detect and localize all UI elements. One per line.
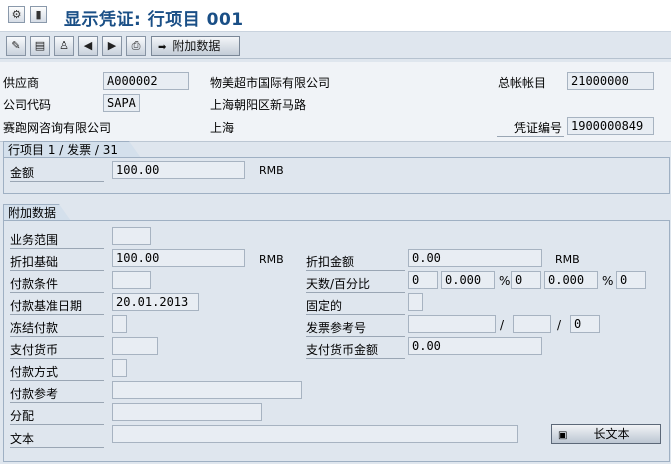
next-item-icon[interactable]: ▶ <box>102 36 122 56</box>
payment-currency-field[interactable] <box>112 337 158 355</box>
discount-amount-field[interactable]: 0.00 <box>408 249 542 267</box>
display-change-icon[interactable]: ✎ <box>6 36 26 56</box>
amount-label: 金额 <box>10 164 104 182</box>
payment-currency-amount-field[interactable]: 0.00 <box>408 337 542 355</box>
additional-data-tab: 附加数据 <box>3 204 71 221</box>
invoice-reference-field[interactable] <box>408 315 496 333</box>
assignment-label: 分配 <box>10 407 104 425</box>
vendor-label: 供应商 <box>3 76 40 90</box>
line-item-group: 金额 100.00 RMB <box>3 157 670 194</box>
company-code-label: 公司代码 <box>3 98 52 112</box>
document-header: 供应商 A000002 物美超市国际有限公司 总帐帐目 21000000 公司代… <box>0 62 671 142</box>
fixed-checkbox[interactable] <box>408 293 423 311</box>
system-menu-icon[interactable]: ⚙ <box>8 6 25 23</box>
business-area-field[interactable] <box>112 227 151 245</box>
line-item-tab: 行项目 1 / 发票 / 31 <box>3 141 141 158</box>
additional-data-button[interactable]: ➡ 附加数据 <box>151 36 240 56</box>
text-label: 文本 <box>10 430 104 448</box>
discount-amount-label: 折扣金额 <box>306 253 405 271</box>
discount-base-field[interactable]: 100.00 <box>112 249 245 267</box>
document-number-field[interactable]: 1900000849 <box>567 117 654 135</box>
vendor-name: 物美超市国际有限公司 <box>210 76 331 90</box>
payment-currency-label: 支付货币 <box>10 341 104 359</box>
discount-base-label: 折扣基础 <box>10 253 104 271</box>
invoice-ref-item-field[interactable]: 0 <box>570 315 600 333</box>
vendor-city: 上海 <box>210 121 235 135</box>
days-percent-label: 天数/百分比 <box>306 275 405 293</box>
assignment-field[interactable] <box>112 403 262 421</box>
payment-currency-amount-label: 支付货币金额 <box>306 341 405 359</box>
percent1-sign: % <box>499 274 511 288</box>
payment-block-label: 冻结付款 <box>10 319 104 337</box>
arrow-right-icon: ➡ <box>158 42 167 53</box>
baseline-date-field[interactable]: 20.01.2013 <box>112 293 199 311</box>
invoice-reference-label: 发票参考号 <box>306 319 405 337</box>
amount-field[interactable]: 100.00 <box>112 161 245 179</box>
document-number-label: 凭证编号 <box>497 119 564 137</box>
previous-item-icon[interactable]: ◀ <box>78 36 98 56</box>
amount-currency: RMB <box>259 164 284 177</box>
title-bar: ⚙ ▮ 显示凭证: 行项目 001 <box>0 0 671 32</box>
invoice-ref-slash-1: / <box>500 318 505 332</box>
baseline-date-label: 付款基准日期 <box>10 297 104 315</box>
vendor-field[interactable]: A000002 <box>103 72 189 90</box>
long-text-icon: ▣ <box>558 430 568 441</box>
gl-account-label: 总帐帐目 <box>498 76 547 90</box>
percent2-field[interactable]: 0.000 <box>544 271 598 289</box>
days3-field[interactable]: 0 <box>616 271 646 289</box>
payment-block-field[interactable] <box>112 315 127 333</box>
payment-method-field[interactable] <box>112 359 127 377</box>
menu-toggle-icon[interactable]: ▮ <box>30 6 47 23</box>
document-overview-icon[interactable]: ▤ <box>30 36 50 56</box>
vendor-street: 上海朝阳区新马路 <box>210 98 307 112</box>
page-title: 显示凭证: 行项目 001 <box>64 10 244 30</box>
invoice-ref-year-field[interactable] <box>513 315 551 333</box>
text-field[interactable] <box>112 425 518 443</box>
gl-account-field[interactable]: 21000000 <box>567 72 654 90</box>
fixed-label: 固定的 <box>306 297 405 315</box>
invoice-ref-slash-2: / <box>557 318 562 332</box>
company-name: 赛跑网咨询有限公司 <box>3 121 112 135</box>
payment-reference-field[interactable] <box>112 381 302 399</box>
business-area-label: 业务范围 <box>10 231 104 249</box>
long-text-button[interactable]: ▣ 长文本 <box>551 424 661 444</box>
percent1-field[interactable]: 0.000 <box>441 271 495 289</box>
days2-field[interactable]: 0 <box>511 271 541 289</box>
payment-terms-field[interactable] <box>112 271 151 289</box>
days1-field[interactable]: 0 <box>408 271 438 289</box>
percent2-sign: % <box>602 274 614 288</box>
account-display-icon[interactable]: ♙ <box>54 36 74 56</box>
discount-base-currency: RMB <box>259 253 284 266</box>
payment-terms-label: 付款条件 <box>10 275 104 293</box>
application-toolbar: ✎ ▤ ♙ ◀ ▶ ⎙ ➡ 附加数据 <box>0 33 671 59</box>
discount-amount-currency: RMB <box>555 253 580 266</box>
print-icon[interactable]: ⎙ <box>126 36 146 56</box>
payment-reference-label: 付款参考 <box>10 385 104 403</box>
payment-method-label: 付款方式 <box>10 363 104 381</box>
company-code-field[interactable]: SAPA <box>103 94 140 112</box>
